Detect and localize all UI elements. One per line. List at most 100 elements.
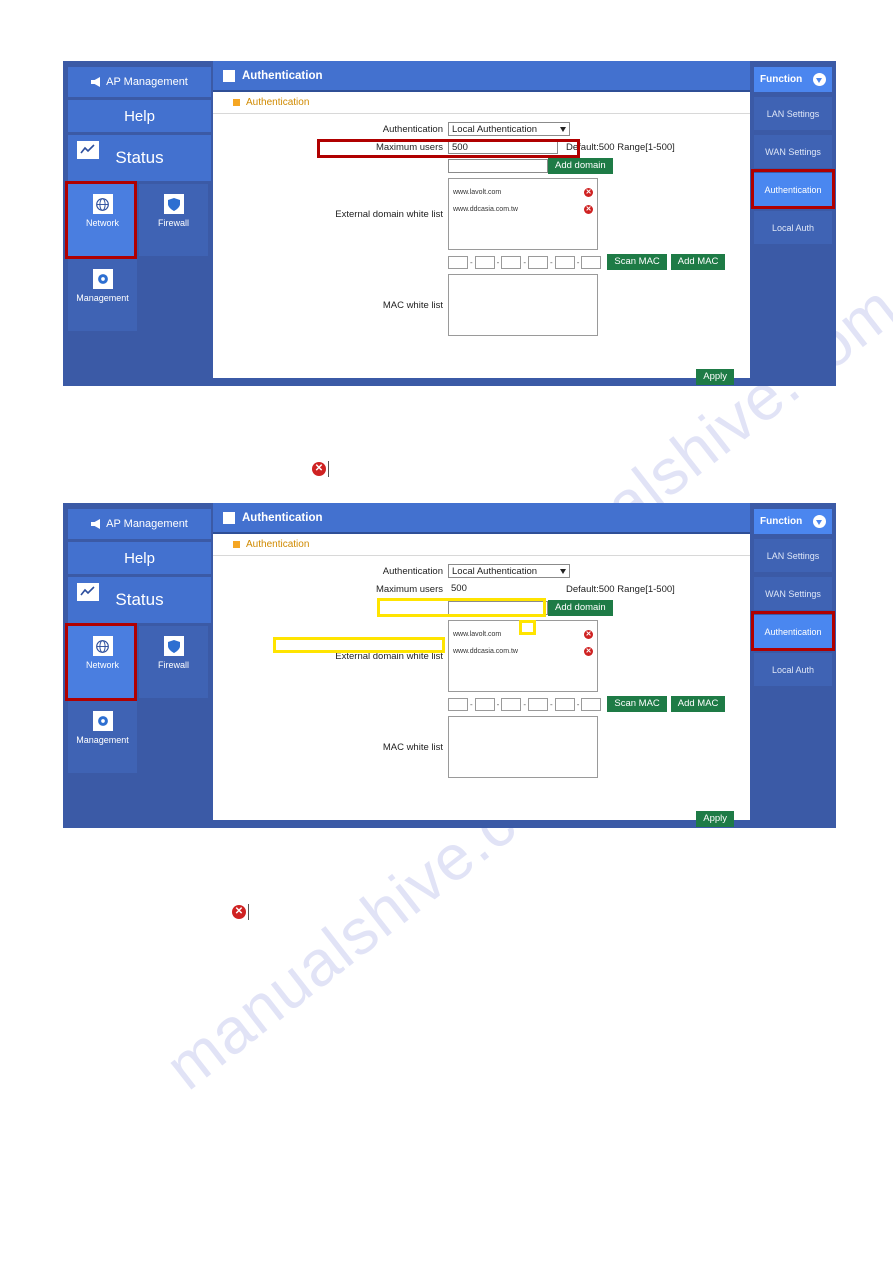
- sidebar-item-lan-settings[interactable]: LAN Settings: [754, 97, 832, 130]
- screenshot-1: AP Management Help Status Network Firewa…: [63, 61, 836, 386]
- mac-octet-input[interactable]: [581, 697, 602, 711]
- sidebar-item-authentication[interactable]: Authentication: [754, 173, 832, 206]
- broken-image-marker: ✕: [312, 461, 329, 477]
- delete-domain-icon[interactable]: ✕: [584, 188, 593, 197]
- mac-octet-input[interactable]: [528, 697, 549, 711]
- sidebar-tile-network[interactable]: Network: [68, 184, 137, 256]
- mac-octet-input[interactable]: [474, 697, 495, 711]
- main-panel: Authentication Authentication Authentica…: [213, 61, 750, 385]
- domain-name: www.ddcasia.com.tw: [453, 206, 518, 213]
- domain-name: www.ddcasia.com.tw: [453, 648, 518, 655]
- mac-octet-input[interactable]: [501, 255, 522, 269]
- shield-icon: [163, 636, 184, 656]
- right-sidebar: Function LAN Settings WAN Settings Authe…: [750, 503, 836, 828]
- mac-separator: -: [550, 699, 553, 709]
- mac-white-list-box[interactable]: [448, 274, 598, 336]
- sidebar-item-wan-settings[interactable]: WAN Settings: [754, 135, 832, 168]
- add-mac-button[interactable]: Add MAC: [670, 696, 726, 712]
- list-item[interactable]: www.ddcasia.com.tw ✕: [453, 201, 593, 218]
- add-domain-button[interactable]: Add domain: [548, 600, 613, 616]
- maximum-users-input[interactable]: 500: [448, 582, 558, 596]
- sidebar-tile-firewall[interactable]: Firewall: [139, 184, 208, 256]
- add-domain-button[interactable]: Add domain: [548, 158, 613, 174]
- globe-icon: [92, 636, 113, 656]
- mac-octet-input[interactable]: [474, 255, 495, 269]
- section-header: Authentication: [213, 534, 750, 556]
- help-button[interactable]: Help: [68, 100, 211, 132]
- chart-line-icon: [77, 141, 99, 159]
- row-external-domain: External domain white list www.lavolt.co…: [213, 620, 750, 692]
- sidebar-tile-management-label: Management: [76, 735, 129, 745]
- ap-management-button[interactable]: AP Management: [68, 509, 211, 539]
- delete-domain-icon[interactable]: ✕: [584, 647, 593, 656]
- scan-mac-button[interactable]: Scan MAC: [607, 696, 667, 712]
- sidebar-item-local-auth[interactable]: Local Auth: [754, 653, 832, 686]
- sidebar-item-local-auth[interactable]: Local Auth: [754, 211, 832, 244]
- sidebar-tile-management[interactable]: Management: [68, 701, 137, 773]
- main-panel: Authentication Authentication Authentica…: [213, 503, 750, 827]
- domain-input[interactable]: [448, 601, 548, 615]
- authentication-label: Authentication: [382, 565, 443, 577]
- mac-separator: -: [523, 257, 527, 267]
- chevron-down-icon: [560, 127, 566, 132]
- delete-domain-icon[interactable]: ✕: [584, 205, 593, 214]
- mac-white-list-box[interactable]: [448, 716, 598, 778]
- mac-octet-input[interactable]: [448, 697, 468, 711]
- function-header[interactable]: Function: [754, 67, 832, 92]
- external-domain-list[interactable]: www.lavolt.com ✕ www.ddcasia.com.tw ✕: [448, 620, 598, 692]
- screenshot-2: AP Management Help Status Network Firewa…: [63, 503, 836, 828]
- function-header[interactable]: Function: [754, 509, 832, 534]
- broken-image-icon: ✕: [312, 462, 326, 476]
- list-item[interactable]: www.lavolt.com ✕: [453, 184, 593, 201]
- add-mac-button[interactable]: Add MAC: [670, 254, 726, 270]
- mac-separator: -: [523, 699, 527, 709]
- delete-domain-icon[interactable]: ✕: [584, 630, 593, 639]
- domain-input[interactable]: [448, 159, 548, 173]
- authentication-select[interactable]: Local Authentication: [448, 564, 570, 578]
- apply-button[interactable]: Apply: [696, 811, 734, 827]
- sidebar-tile-network[interactable]: Network: [68, 626, 137, 698]
- help-button[interactable]: Help: [68, 542, 211, 574]
- apply-button[interactable]: Apply: [696, 369, 734, 385]
- domain-name: www.lavolt.com: [453, 631, 502, 638]
- maximum-users-input[interactable]: 500: [448, 140, 558, 154]
- mac-octet-input[interactable]: [554, 255, 575, 269]
- arrow-left-icon: [91, 77, 101, 87]
- mac-octet-input[interactable]: [581, 255, 602, 269]
- mac-octet-input[interactable]: [528, 255, 549, 269]
- ap-management-label: AP Management: [106, 76, 188, 88]
- maximum-users-hint: Default:500 Range[1-500]: [566, 583, 675, 595]
- scan-mac-button[interactable]: Scan MAC: [607, 254, 667, 270]
- globe-icon: [92, 194, 113, 214]
- mac-octet-input[interactable]: [554, 697, 575, 711]
- authentication-select[interactable]: Local Authentication: [448, 122, 570, 136]
- external-domain-label: External domain white list: [335, 208, 443, 220]
- external-domain-list[interactable]: www.lavolt.com ✕ www.ddcasia.com.tw ✕: [448, 178, 598, 250]
- chevron-down-circle-icon[interactable]: [813, 515, 826, 528]
- mac-octet-input[interactable]: [448, 255, 468, 269]
- window-title: Authentication: [242, 69, 323, 82]
- sidebar-item-authentication[interactable]: Authentication: [754, 615, 832, 648]
- sidebar-item-label: Authentication: [764, 184, 822, 195]
- mac-octet-input[interactable]: [501, 697, 522, 711]
- authentication-select-value: Local Authentication: [452, 566, 538, 577]
- shield-icon: [163, 194, 184, 214]
- list-item[interactable]: www.lavolt.com ✕: [453, 626, 593, 643]
- authentication-form: Authentication Local Authentication Maxi…: [213, 556, 750, 827]
- chevron-down-circle-icon[interactable]: [813, 73, 826, 86]
- list-item[interactable]: www.ddcasia.com.tw ✕: [453, 643, 593, 660]
- window-square-icon: [223, 69, 235, 82]
- sidebar-tile-management-label: Management: [76, 293, 129, 303]
- status-button[interactable]: Status: [68, 135, 211, 181]
- sidebar-item-lan-settings[interactable]: LAN Settings: [754, 539, 832, 572]
- status-label: Status: [115, 148, 164, 167]
- sidebar-tile-firewall[interactable]: Firewall: [139, 626, 208, 698]
- row-authentication: Authentication Local Authentication: [213, 122, 750, 136]
- status-button[interactable]: Status: [68, 577, 211, 623]
- sidebar-tile-firewall-label: Firewall: [157, 218, 189, 228]
- orange-square-icon: [233, 99, 240, 106]
- sidebar-item-wan-settings[interactable]: WAN Settings: [754, 577, 832, 610]
- ap-management-button[interactable]: AP Management: [68, 67, 211, 97]
- sidebar-tile-management[interactable]: Management: [68, 259, 137, 331]
- sidebar-item-label: WAN Settings: [765, 588, 821, 599]
